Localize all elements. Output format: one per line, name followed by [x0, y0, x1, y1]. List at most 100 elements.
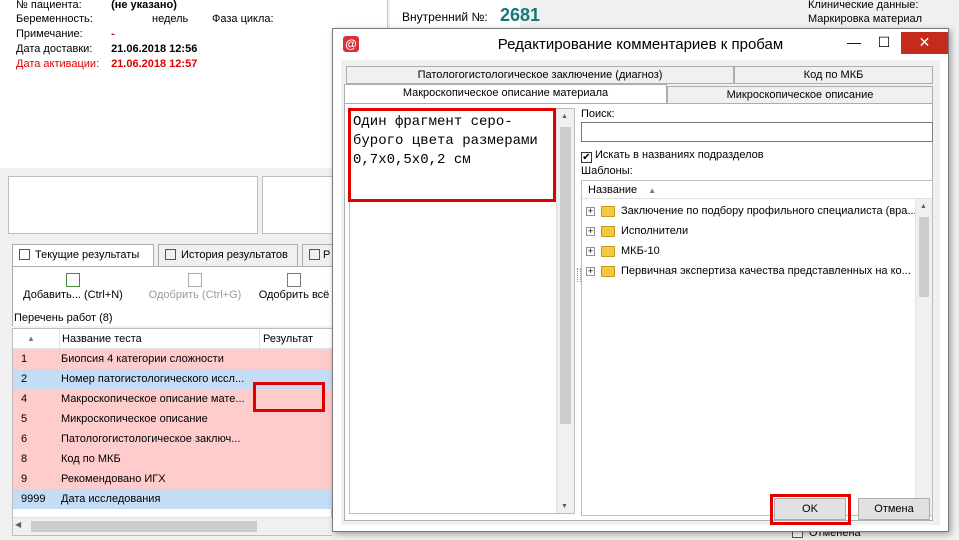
row-number: 1: [21, 353, 28, 365]
approve-all-icon: [287, 273, 301, 287]
table-row[interactable]: 1Биопсия 4 категории сложностиготов: [13, 349, 333, 369]
minimize-button[interactable]: —: [839, 32, 869, 54]
sort-icon[interactable]: ▲: [27, 329, 47, 349]
note-row: Примечание: -: [16, 28, 115, 40]
templates-scroll-up-icon[interactable]: [916, 199, 933, 216]
tab-results-history[interactable]: История результатов: [158, 244, 298, 266]
close-button[interactable]: ✕: [901, 32, 948, 54]
tab-current-results[interactable]: Текущие результаты: [12, 244, 154, 266]
scroll-thumb[interactable]: [31, 521, 257, 532]
row-number: 4: [21, 393, 28, 405]
dialog-title: Редактирование комментариев к пробам: [497, 36, 784, 53]
expand-icon[interactable]: +: [586, 266, 595, 276]
edit-comments-dialog: @ Редактирование комментариев к пробам —…: [332, 28, 949, 532]
patient-info-panel: № пациента: (не указано) Беременность: н…: [0, 0, 388, 168]
scroll-up-icon[interactable]: [557, 109, 575, 126]
highlight-editor-text: [348, 108, 556, 202]
clinical-data-box: Клинические данные: Маркировка материал: [798, 0, 959, 28]
row-test-name: Рекомендовано ИГХ: [61, 473, 166, 485]
tab-content: Один фрагмент серо-бурого цвета размерам…: [344, 103, 933, 521]
templates-tree: Название ▲ + Заключение по подбору профил…: [581, 180, 933, 516]
pencil-icon: [19, 249, 30, 260]
column-result[interactable]: Результат: [259, 329, 333, 349]
row-number: 8: [21, 453, 28, 465]
internal-number-value: 2681: [500, 5, 541, 25]
work-list-title: Перечень работ (8): [12, 310, 334, 326]
folder-icon: [601, 205, 615, 217]
scroll-down-icon[interactable]: [557, 496, 575, 513]
empty-panel-left: [8, 176, 258, 234]
row-number: 6: [21, 433, 28, 445]
row-test-name: Макроскопическое описание мате...: [61, 393, 245, 405]
results-tabs: Текущие результаты История результатов Р: [12, 244, 334, 266]
approve-icon: [188, 273, 202, 287]
row-test-name: Дата исследования: [61, 493, 161, 505]
app-icon: @: [343, 36, 359, 52]
approve-all-button[interactable]: Одобрить всё: [255, 273, 333, 301]
template-item[interactable]: + МКБ-10: [586, 241, 660, 261]
template-item[interactable]: + Исполнители: [586, 221, 688, 241]
table-row[interactable]: 6 Патологогистологическое заключ...: [13, 429, 333, 449]
table-row[interactable]: 9999Дата исследования22.06.2018: [13, 489, 333, 509]
row-number: 9999: [21, 493, 46, 505]
dialog-titlebar: @ Редактирование комментариев к пробам —…: [333, 29, 948, 60]
row-number: 9: [21, 473, 28, 485]
editor-vscrollbar[interactable]: [556, 109, 574, 513]
internal-number-box: Внутренний №: 2681: [390, 0, 540, 28]
column-test-name[interactable]: Название теста: [59, 329, 251, 349]
tab-partial[interactable]: Р: [302, 244, 334, 266]
templates-header[interactable]: Название ▲: [582, 181, 932, 199]
expand-icon[interactable]: +: [586, 206, 595, 216]
sort-up-icon: ▲: [648, 186, 657, 195]
tab-macroscopic-description[interactable]: Макроскопическое описание материала: [344, 84, 667, 104]
search-subsections-row: ✔ Искать в названиях подразделов: [581, 149, 764, 163]
dialog-body: Патологогистологическое заключение (диаг…: [341, 60, 940, 525]
templates-scroll-thumb[interactable]: [919, 217, 929, 297]
patient-number-row: № пациента: (не указано): [16, 0, 177, 11]
grid-header: ▲ Название теста Результат: [13, 329, 333, 349]
expand-icon[interactable]: +: [586, 246, 595, 256]
folder-icon: [601, 265, 615, 277]
add-button[interactable]: Добавить... (Ctrl+N): [17, 273, 129, 301]
templates-vscrollbar[interactable]: [915, 199, 932, 515]
results-grid: ▲ Название теста Результат 1 Биопсия 4 ка…: [12, 328, 333, 536]
table-row[interactable]: 5 Микроскопическое описание: [13, 409, 333, 429]
grid-icon: [309, 249, 320, 260]
scroll-left-icon[interactable]: ◀: [15, 520, 21, 529]
activation-date-row: Дата активации: 21.06.2018 12:57: [16, 58, 198, 70]
templates-label: Шаблоны:: [581, 165, 633, 177]
approve-button[interactable]: Одобрить (Ctrl+G): [143, 273, 247, 301]
search-subsections-checkbox[interactable]: ✔: [581, 152, 592, 163]
tab-microscopic-description[interactable]: Микроскопическое описание: [667, 86, 933, 104]
grid-hscrollbar[interactable]: ◀: [13, 517, 333, 535]
folder-icon: [601, 245, 615, 257]
maximize-button[interactable]: ☐: [869, 32, 899, 54]
highlight-ok-button: [770, 494, 851, 525]
history-icon: [165, 249, 176, 260]
table-row[interactable]: 8 Код по МКБ: [13, 449, 333, 469]
highlight-result-cell: [253, 382, 325, 412]
add-document-icon: [66, 273, 80, 287]
table-row[interactable]: 9 Рекомендовано ИГХ: [13, 469, 333, 489]
row-number: 5: [21, 413, 28, 425]
template-item[interactable]: + Первичная экспертиза качества представл…: [586, 261, 911, 281]
editor-scroll-thumb[interactable]: [560, 127, 571, 424]
cancel-button[interactable]: Отмена: [858, 498, 930, 520]
row-number: 2: [21, 373, 28, 385]
delivery-date-row: Дата доставки: 21.06.2018 12:56: [16, 43, 198, 55]
tab-pathology-conclusion[interactable]: Патологогистологическое заключение (диаг…: [346, 66, 734, 84]
expand-icon[interactable]: +: [586, 226, 595, 236]
row-test-name: Код по МКБ: [61, 453, 121, 465]
search-input[interactable]: [581, 122, 933, 142]
row-test-name: Микроскопическое описание: [61, 413, 208, 425]
tab-icd-code[interactable]: Код по МКБ: [734, 66, 933, 84]
row-test-name: Биопсия 4 категории сложности: [61, 353, 224, 365]
search-label: Поиск:: [581, 108, 615, 120]
row-test-name: Патологогистологическое заключ...: [61, 433, 241, 445]
folder-icon: [601, 225, 615, 237]
results-toolbar: Добавить... (Ctrl+N) Одобрить (Ctrl+G) О…: [12, 266, 334, 310]
template-item[interactable]: + Заключение по подбору профильного специ…: [586, 201, 917, 221]
empty-panel-right: [262, 176, 334, 234]
pregnancy-row: Беременность: недель Фаза цикла:: [16, 13, 274, 25]
row-test-name: Номер патогистологического иссл...: [61, 373, 245, 385]
